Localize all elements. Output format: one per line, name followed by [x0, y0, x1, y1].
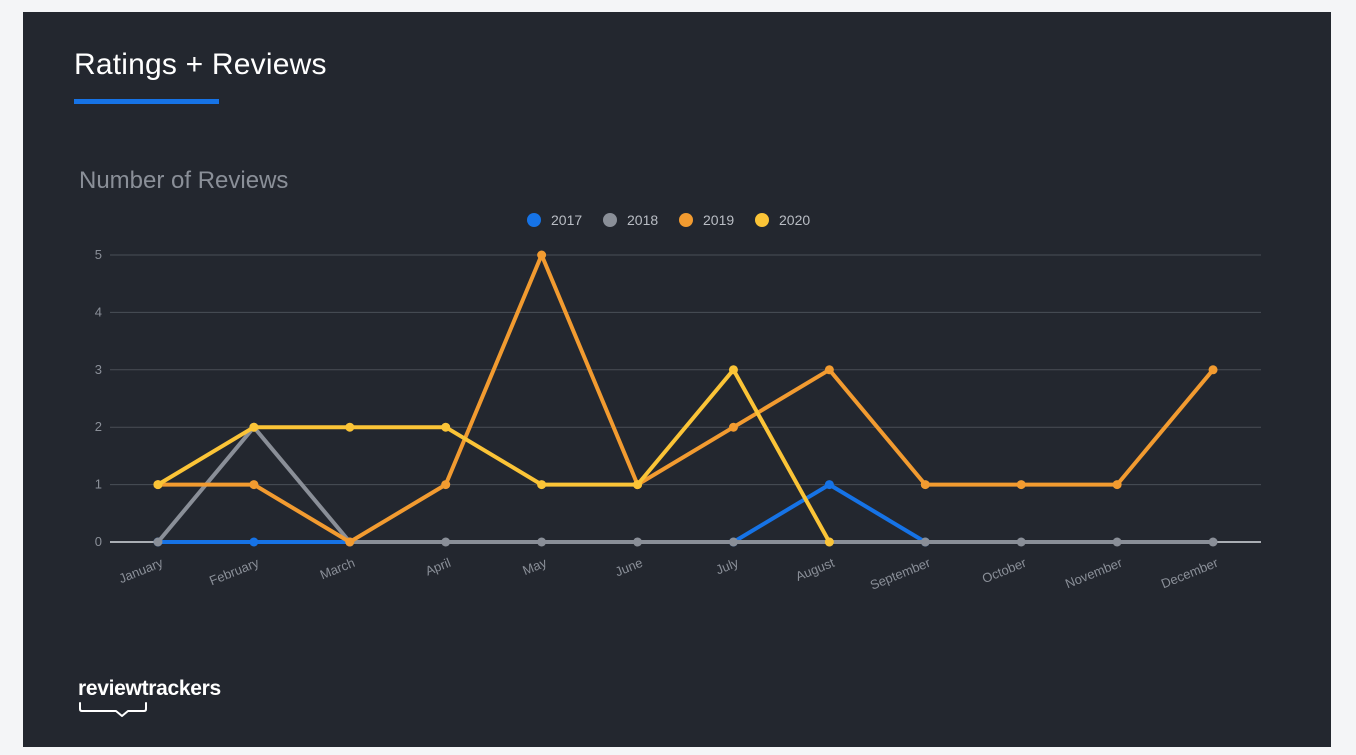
series-layer [153, 250, 1218, 547]
y-tick-label: 1 [95, 477, 102, 492]
data-point-2020-january[interactable] [153, 480, 163, 490]
legend-item-2018[interactable]: 2018 [603, 212, 658, 228]
legend-label: 2018 [627, 212, 658, 228]
data-point-2019-april[interactable] [441, 480, 451, 490]
data-point-2018-november[interactable] [1112, 537, 1122, 547]
data-point-2018-april[interactable] [441, 537, 451, 547]
data-point-2017-august[interactable] [824, 480, 834, 490]
x-tick-label: March [318, 555, 357, 582]
y-tick-label: 4 [95, 304, 102, 319]
data-point-2020-june[interactable] [633, 480, 643, 490]
data-point-2020-july[interactable] [728, 365, 738, 375]
x-tick-label: September [868, 555, 933, 593]
data-point-2020-february[interactable] [249, 422, 259, 432]
data-point-2019-august[interactable] [824, 365, 834, 375]
data-point-2018-september[interactable] [920, 537, 930, 547]
grid [110, 254, 1261, 543]
legend-label: 2020 [779, 212, 810, 228]
x-tick-label: October [980, 555, 1029, 586]
legend-swatch [679, 213, 693, 227]
data-point-2019-may[interactable] [537, 250, 547, 260]
data-point-2019-september[interactable] [920, 480, 930, 490]
series-2019 [153, 250, 1218, 547]
chart-card: Ratings + Reviews Number of Reviews 0123… [23, 12, 1331, 747]
data-point-2017-february[interactable] [249, 537, 259, 547]
x-tick-label: December [1159, 555, 1221, 592]
legend-swatch [527, 213, 541, 227]
data-point-2020-august[interactable] [824, 537, 834, 547]
legend-swatch [603, 213, 617, 227]
data-point-2018-january[interactable] [153, 537, 163, 547]
legend-item-2019[interactable]: 2019 [679, 212, 734, 228]
data-point-2018-october[interactable] [1016, 537, 1026, 547]
brand-smile-icon [79, 702, 147, 717]
x-tick-label: February [207, 555, 261, 589]
legend[interactable]: 2017 2018 2019 2020 [527, 212, 810, 228]
legend-item-2020[interactable]: 2020 [755, 212, 810, 228]
data-point-2019-november[interactable] [1112, 480, 1122, 490]
reviews-line-chart: 012345 January February March April May June J… [95, 212, 1261, 593]
x-tick-label: August [793, 555, 837, 584]
data-point-2018-may[interactable] [537, 537, 547, 547]
y-tick-label: 0 [95, 534, 102, 549]
data-point-2019-december[interactable] [1208, 365, 1218, 375]
x-tick-label: April [423, 555, 453, 579]
x-tick-label: June [613, 555, 645, 579]
data-point-2020-march[interactable] [345, 422, 355, 432]
data-point-2019-february[interactable] [249, 480, 259, 490]
y-tick-label: 3 [95, 362, 102, 377]
data-point-2019-july[interactable] [728, 422, 738, 432]
y-tick-label: 5 [95, 247, 102, 262]
x-tick-label: November [1063, 555, 1125, 592]
data-point-2018-december[interactable] [1208, 537, 1218, 547]
x-tick-label: July [714, 555, 742, 578]
series-line-2020 [155, 367, 832, 544]
x-tick-label: May [520, 555, 549, 578]
x-tick-label: January [117, 555, 166, 586]
series-line-2017 [731, 482, 928, 544]
data-point-2019-october[interactable] [1016, 480, 1026, 490]
legend-item-2017[interactable]: 2017 [527, 212, 582, 228]
data-point-2018-july[interactable] [728, 537, 738, 547]
data-point-2020-april[interactable] [441, 422, 451, 432]
x-axis-ticks: January February March April May June July Augu… [117, 555, 1221, 593]
legend-swatch [755, 213, 769, 227]
data-point-2018-june[interactable] [633, 537, 643, 547]
legend-label: 2017 [551, 212, 582, 228]
y-axis-ticks: 0 1 2 3 4 5 [95, 247, 102, 549]
y-tick-label: 2 [95, 419, 102, 434]
data-point-2019-march[interactable] [345, 537, 355, 547]
data-point-2020-may[interactable] [537, 480, 547, 490]
legend-label: 2019 [703, 212, 734, 228]
series-2020 [153, 365, 834, 547]
brand-logo: reviewtrackers [78, 677, 221, 700]
